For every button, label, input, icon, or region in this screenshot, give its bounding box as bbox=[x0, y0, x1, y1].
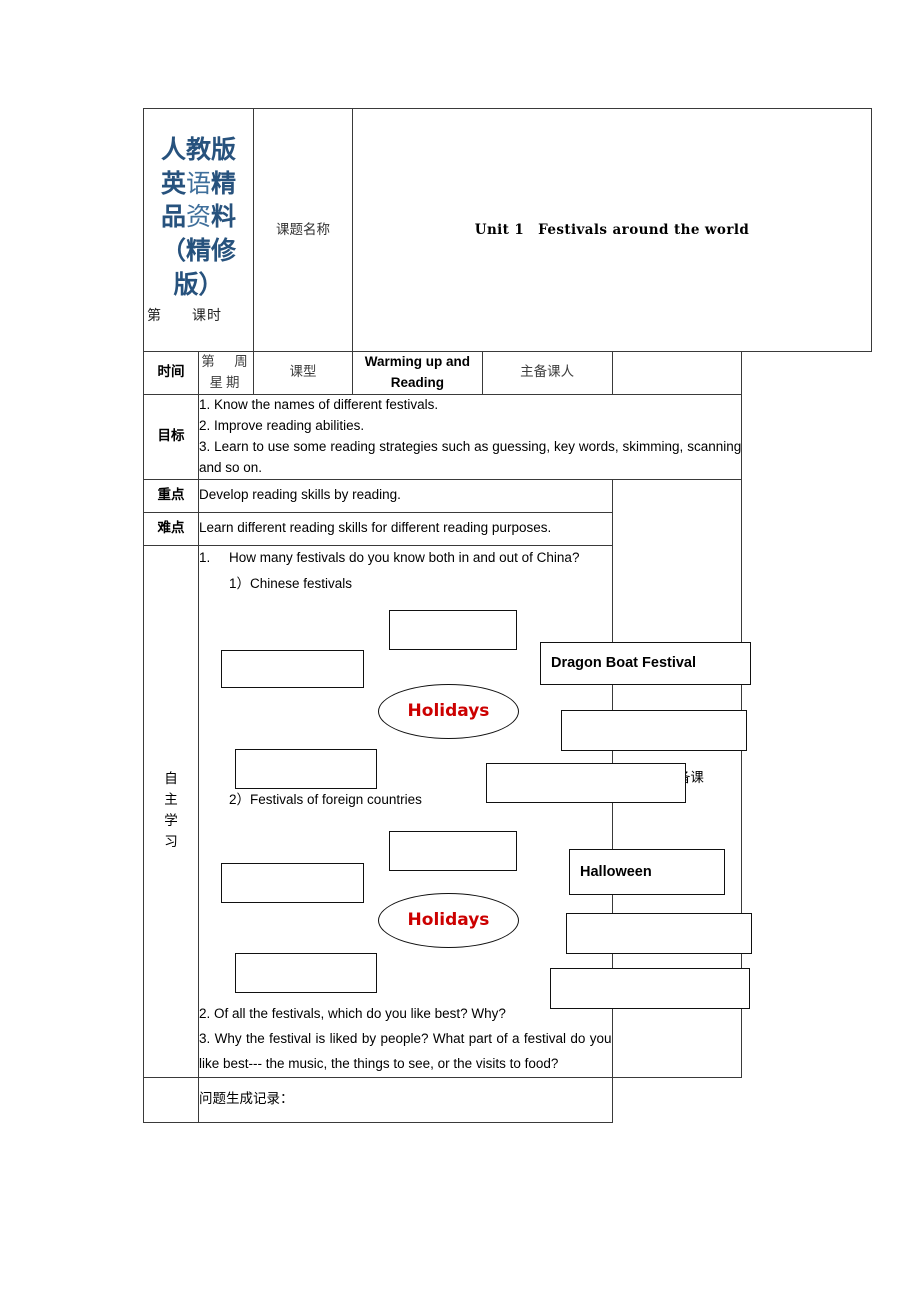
mindmap-box-blank[interactable] bbox=[389, 610, 517, 651]
self-study-char: 习 bbox=[164, 834, 178, 851]
mindmap-box-blank[interactable] bbox=[561, 710, 747, 752]
author-value[interactable] bbox=[611, 351, 743, 395]
banner-line-1: 人教版 bbox=[160, 134, 236, 164]
lesson-plan-table: 人教版 英语精 品资料 （精修 版） 第 课时 课题名称 Unit 1 Fest… bbox=[143, 108, 872, 1123]
table-row-key-point: 重点 Develop reading skills by reading. 二次… bbox=[143, 478, 872, 1078]
author-label: 主备课人 bbox=[481, 351, 613, 395]
subject-name-label: 课题名称 bbox=[253, 108, 353, 352]
goal-item: 1. Know the names of different festivals… bbox=[199, 396, 439, 412]
activity-tail-questions: 2. Of all the festivals, which do you li… bbox=[199, 998, 612, 1077]
table-row-difficult-point: 难点 Learn different reading skills for di… bbox=[143, 511, 872, 546]
activity-content: 1. How many festivals do you know both in… bbox=[198, 544, 752, 1078]
mindmap-box-blank[interactable] bbox=[235, 952, 377, 993]
mindmap-chinese-festivals: Dragon Boat Festival Holidays bbox=[199, 602, 751, 804]
time-value[interactable]: 第 周 星期 bbox=[198, 351, 281, 395]
difficult-point-text: Learn different reading skills for diffe… bbox=[198, 511, 613, 546]
lesson-type-value[interactable]: Warming up and Reading bbox=[352, 351, 483, 395]
goal-item: 2. Improve reading abilities. bbox=[199, 417, 365, 433]
mindmap-box-blank[interactable] bbox=[221, 650, 364, 689]
mindmap-box-filled[interactable]: Halloween bbox=[569, 848, 725, 895]
key-point-label: 重点 bbox=[143, 478, 199, 513]
key-point-text: Develop reading skills by reading. bbox=[198, 478, 613, 513]
question-1-text: How many festivals do you know both in a… bbox=[229, 549, 580, 565]
mindmap-center-oval: Holidays bbox=[378, 684, 519, 740]
banner-line-5: 版） bbox=[173, 269, 224, 299]
subsection-1-label: 1）Chinese festivals bbox=[229, 575, 353, 591]
table-row-meta: 时间 第 周 星期 课型 Warming up and Reading 主备课人 bbox=[143, 351, 872, 395]
self-study-label-stack: 自 主 学 习 bbox=[164, 769, 178, 853]
mindmap-box-blank[interactable] bbox=[550, 967, 750, 1009]
self-study-label: 自 主 学 习 bbox=[143, 544, 199, 1078]
question-1: 1. How many festivals do you know both in… bbox=[199, 546, 612, 571]
watermark-banner: 人教版 英语精 品资料 （精修 版） bbox=[144, 133, 253, 302]
mindmap-box-blank[interactable] bbox=[566, 912, 752, 954]
record-row-label-spacer bbox=[143, 1076, 199, 1123]
self-study-char: 学 bbox=[164, 813, 178, 830]
table-row-record: 问题生成记录： bbox=[143, 1076, 872, 1123]
document-page: 人教版 英语精 品资料 （精修 版） 第 课时 课题名称 Unit 1 Fest… bbox=[0, 0, 920, 1302]
table-row-goals: 目标 1. Know the names of different festiv… bbox=[143, 393, 872, 480]
mindmap-box-blank[interactable] bbox=[486, 763, 686, 804]
page-title: Unit 1 Festivals around the world bbox=[352, 108, 872, 352]
problem-record-cell[interactable]: 问题生成记录： bbox=[198, 1076, 613, 1123]
difficult-point-label: 难点 bbox=[143, 511, 199, 546]
self-study-char: 主 bbox=[164, 792, 178, 809]
banner-line-2: 英语精 bbox=[160, 168, 237, 198]
goals-label: 目标 bbox=[143, 393, 199, 480]
mindmap-box-blank[interactable] bbox=[235, 749, 377, 790]
mindmap-center-oval: Holidays bbox=[378, 892, 519, 948]
goals-content: 1. Know the names of different festivals… bbox=[197, 393, 743, 480]
question-1-number: 1. bbox=[199, 549, 211, 565]
period-label: 第 课时 bbox=[147, 307, 222, 324]
banner-line-3: 品资料 bbox=[160, 202, 237, 232]
banner-line-4: （精修 bbox=[160, 236, 236, 266]
table-row-activity: 自 主 学 习 1. How many festivals do you know… bbox=[143, 544, 872, 1078]
time-label: 时间 bbox=[143, 351, 199, 395]
table-row-header: 人教版 英语精 品资料 （精修 版） 第 课时 课题名称 Unit 1 Fest… bbox=[143, 108, 872, 352]
mindmap-box-blank[interactable] bbox=[221, 862, 364, 903]
question-3: 3. Why the festival is liked by people? … bbox=[199, 1030, 612, 1071]
mindmap-box-blank[interactable] bbox=[389, 830, 517, 871]
self-study-char: 自 bbox=[164, 771, 178, 788]
mindmap-foreign-festivals: Halloween Holidays bbox=[199, 823, 752, 1009]
watermark-banner-cell: 人教版 英语精 品资料 （精修 版） 第 课时 bbox=[143, 108, 254, 352]
mindmap-box-filled[interactable]: Dragon Boat Festival bbox=[540, 642, 751, 686]
goal-item: 3. Learn to use some reading strategies … bbox=[199, 438, 742, 475]
problem-record-label: 问题生成记录： bbox=[199, 1091, 294, 1108]
